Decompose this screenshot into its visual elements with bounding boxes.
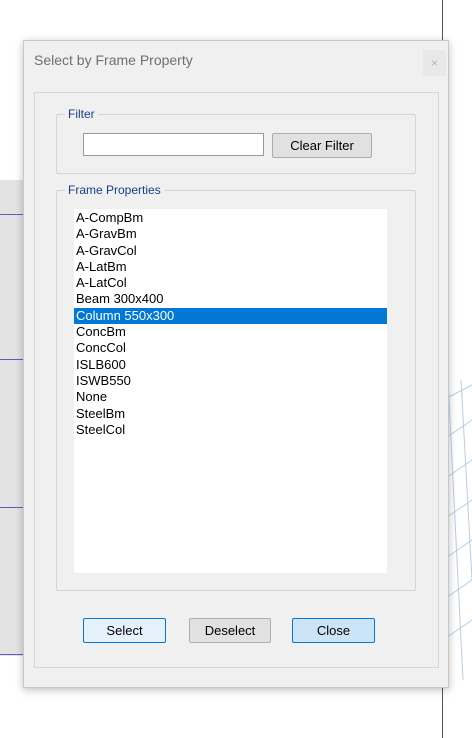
list-item[interactable]: ISWB550 <box>74 373 387 389</box>
select-button[interactable]: Select <box>83 618 166 643</box>
frame-properties-list[interactable]: A-CompBm A-GravBm A-GravCol A-LatBm A-LatCol… <box>74 209 387 573</box>
list-item[interactable]: Column 550x300 <box>74 307 387 325</box>
list-item[interactable]: ConcBm <box>74 324 387 340</box>
list-item[interactable]: ConcCol <box>74 340 387 356</box>
list-item[interactable]: A-CompBm <box>74 210 387 226</box>
dialog-client-area: Filter Clear Filter Frame Properties A-C… <box>34 92 439 668</box>
list-item[interactable]: ISLB600 <box>74 357 387 373</box>
clear-filter-button[interactable]: Clear Filter <box>272 133 372 158</box>
dialog-title: Select by Frame Property <box>34 52 193 68</box>
list-item[interactable]: A-GravCol <box>74 243 387 259</box>
select-by-frame-property-dialog: Select by Frame Property × Filter Clear … <box>23 40 449 688</box>
close-icon[interactable]: × <box>423 50 446 76</box>
filter-input[interactable] <box>83 133 264 156</box>
deselect-button[interactable]: Deselect <box>189 618 271 643</box>
list-item[interactable]: A-GravBm <box>74 226 387 242</box>
title-bar[interactable]: Select by Frame Property × <box>24 41 448 79</box>
frame-properties-group-label: Frame Properties <box>65 183 164 197</box>
list-item[interactable]: SteelCol <box>74 422 387 438</box>
list-item[interactable]: SteelBm <box>74 406 387 422</box>
list-item[interactable]: None <box>74 389 387 405</box>
list-item[interactable]: A-LatBm <box>74 259 387 275</box>
list-item[interactable]: A-LatCol <box>74 275 387 291</box>
close-button[interactable]: Close <box>292 618 375 643</box>
list-item[interactable]: Beam 300x400 <box>74 291 387 307</box>
filter-group-label: Filter <box>65 107 98 121</box>
